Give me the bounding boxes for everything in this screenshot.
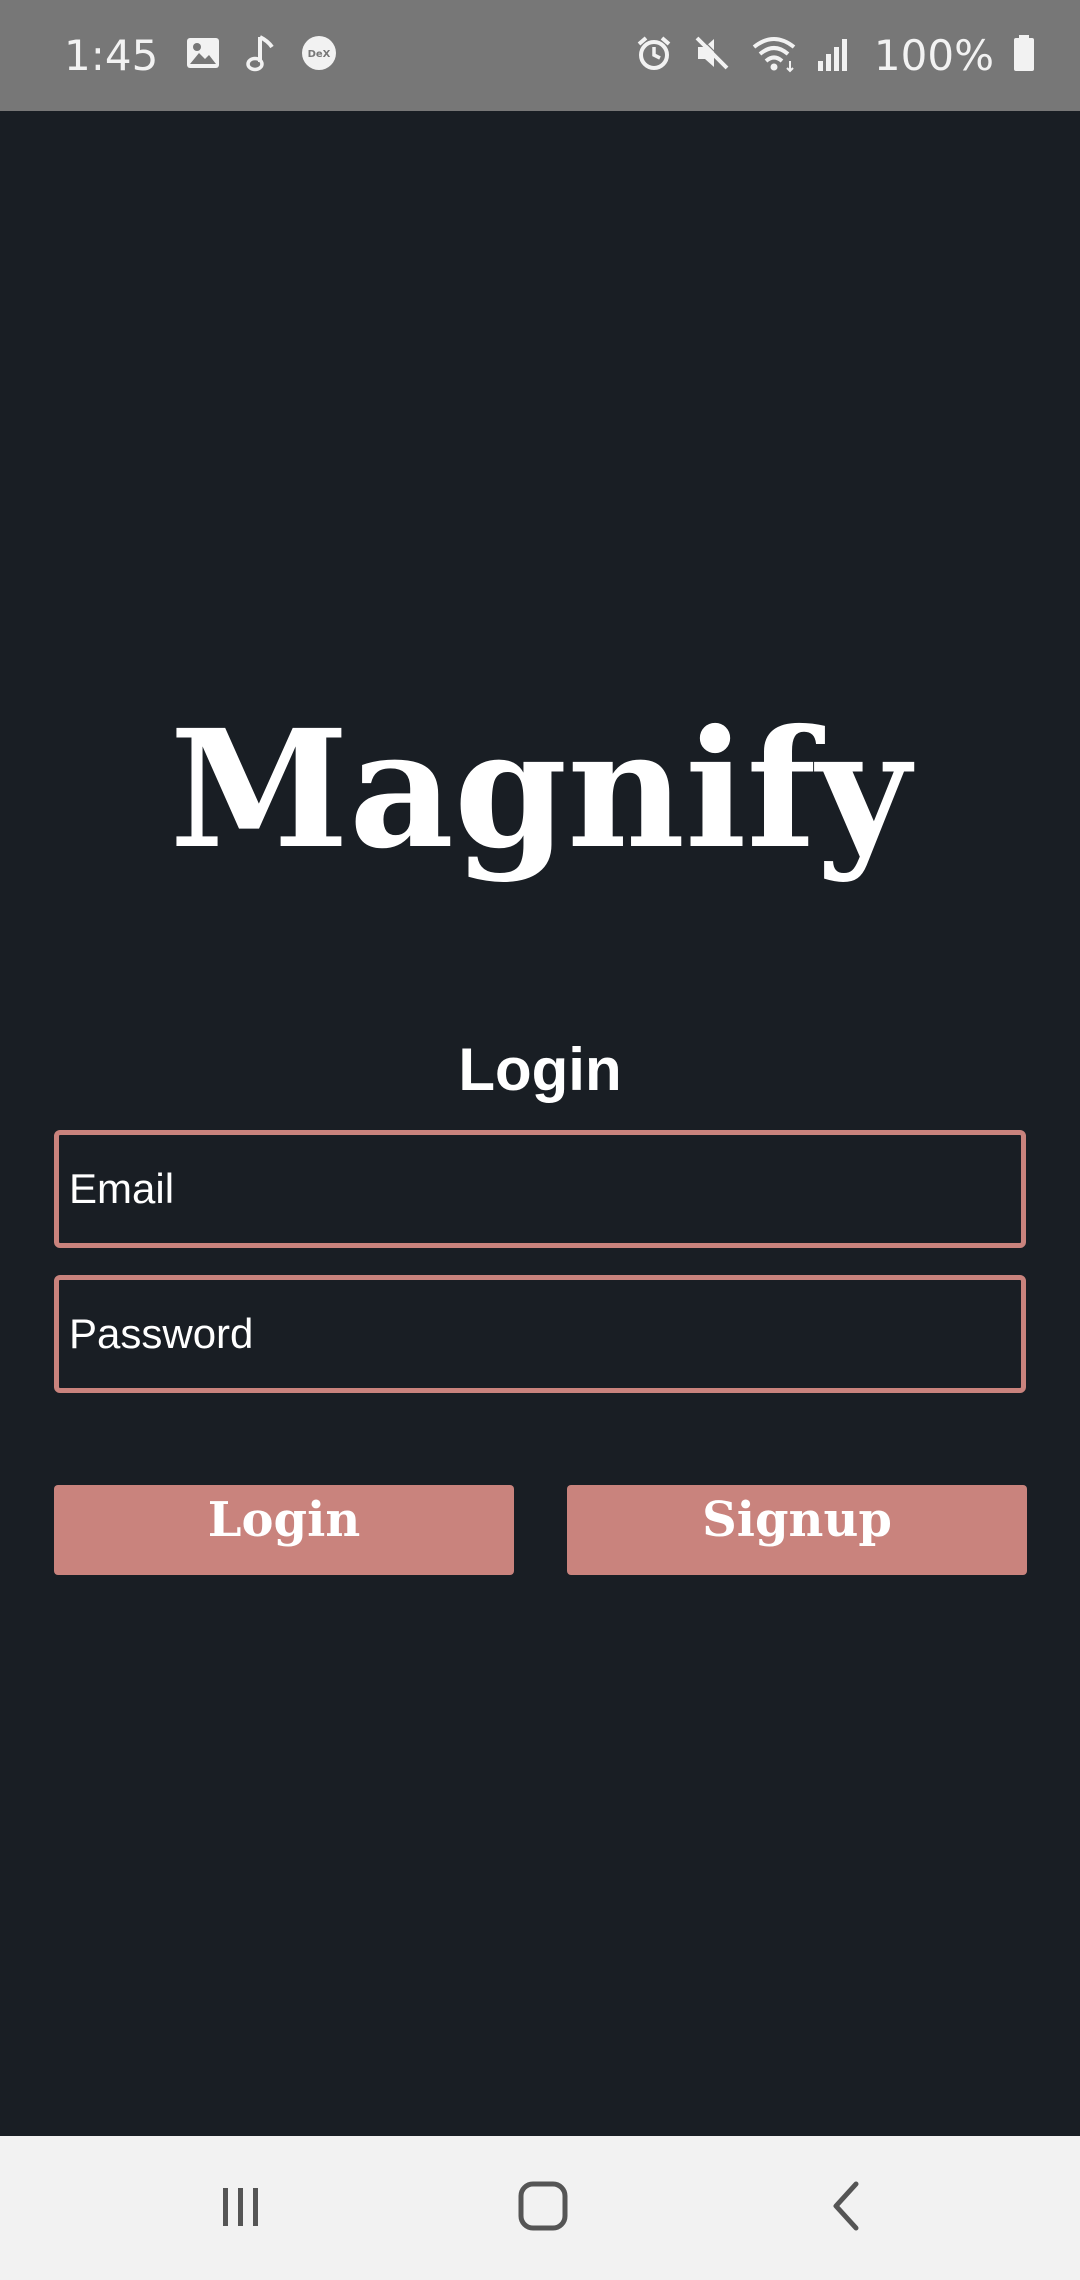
status-time: 1:45 bbox=[64, 31, 159, 80]
recents-button[interactable] bbox=[141, 2136, 341, 2280]
battery-percent: 100% bbox=[873, 31, 994, 80]
home-button[interactable] bbox=[443, 2136, 643, 2280]
music-note-icon bbox=[244, 33, 278, 78]
home-icon bbox=[517, 2180, 569, 2237]
recents-icon bbox=[217, 2182, 265, 2235]
status-left: 1:45 DeX bbox=[64, 0, 338, 111]
svg-text:DeX: DeX bbox=[308, 49, 331, 60]
status-right: 100% bbox=[634, 0, 1036, 111]
app-title: Magnify bbox=[169, 695, 911, 885]
signal-icon bbox=[816, 33, 852, 78]
login-button[interactable]: Login bbox=[54, 1485, 514, 1575]
mute-icon bbox=[692, 33, 732, 78]
back-button[interactable] bbox=[746, 2136, 946, 2280]
login-heading: Login bbox=[458, 1036, 622, 1103]
email-field[interactable] bbox=[54, 1130, 1026, 1248]
alarm-icon bbox=[634, 33, 674, 78]
gallery-icon bbox=[184, 34, 222, 77]
password-field[interactable] bbox=[54, 1275, 1026, 1393]
signup-button[interactable]: Signup bbox=[567, 1485, 1027, 1575]
wifi-icon bbox=[750, 33, 798, 78]
login-screen: 1:45 DeX 100% Magnify Login Email Login … bbox=[0, 0, 1080, 2280]
dex-icon: DeX bbox=[300, 34, 338, 77]
navigation-bar bbox=[0, 2136, 1080, 2280]
back-icon bbox=[826, 2180, 866, 2237]
battery-icon bbox=[1012, 33, 1036, 78]
status-bar: 1:45 DeX 100% bbox=[0, 0, 1080, 111]
